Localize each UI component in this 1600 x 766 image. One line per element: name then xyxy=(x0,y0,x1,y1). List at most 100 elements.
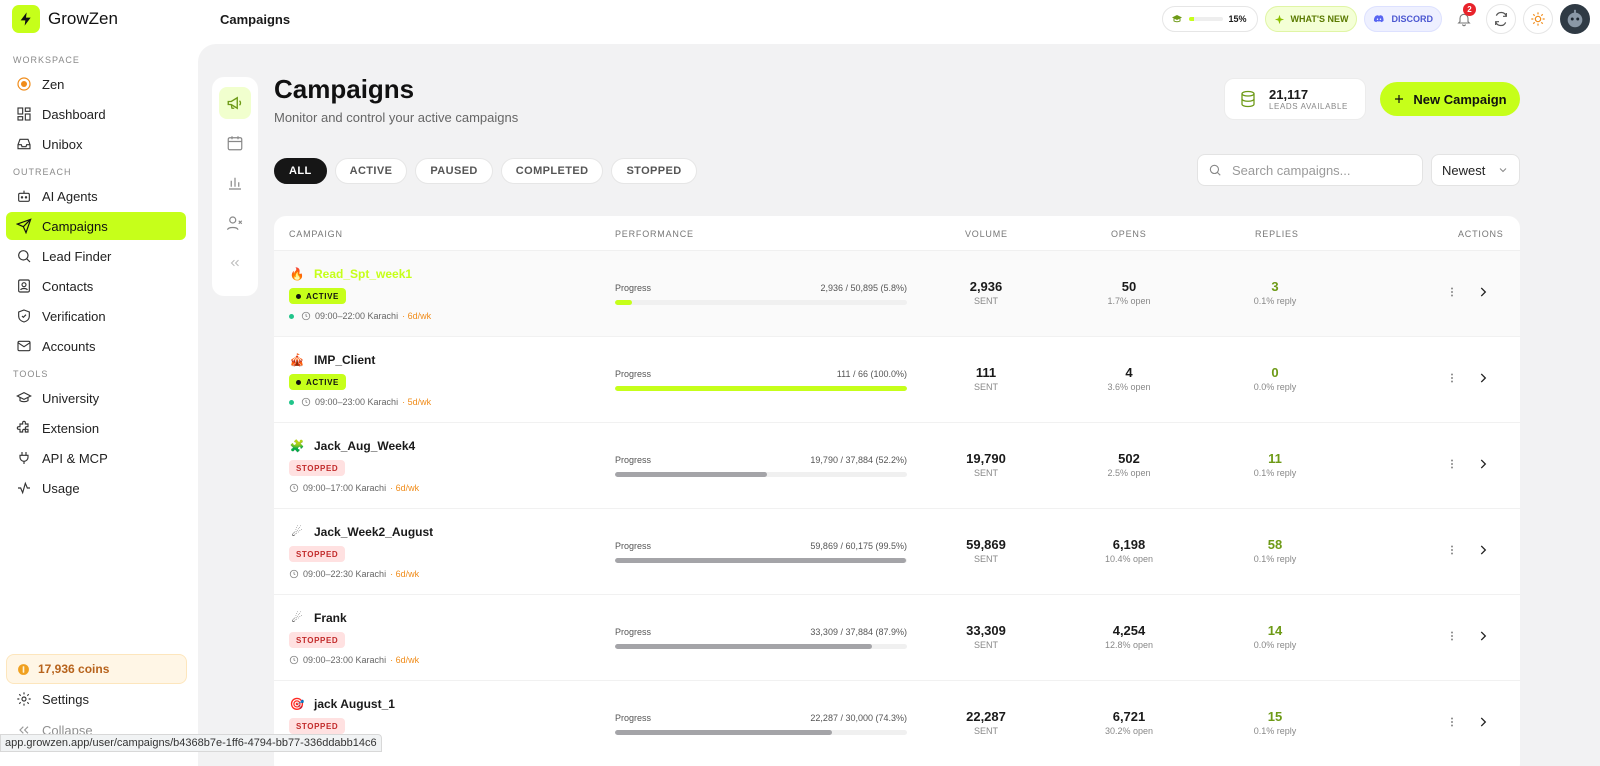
onboarding-progress-pill[interactable]: 15% xyxy=(1161,6,1258,32)
chevron-right-icon[interactable] xyxy=(1476,629,1490,643)
sidebar-item-extension[interactable]: Extension xyxy=(6,414,186,442)
volume-cell: 111 SENT xyxy=(926,365,1046,392)
rail-campaigns-button[interactable] xyxy=(219,87,251,119)
chevron-right-icon[interactable] xyxy=(1476,371,1490,385)
sidebar-item-contacts[interactable]: Contacts xyxy=(6,272,186,300)
sidebar-item-campaigns[interactable]: Campaigns xyxy=(6,212,186,240)
filter-tab-active[interactable]: ACTIVE xyxy=(334,158,408,184)
rail-analytics-button[interactable] xyxy=(219,167,251,199)
sidebar-item-lead-finder[interactable]: Lead Finder xyxy=(6,242,186,270)
bot-icon xyxy=(18,190,30,202)
filter-tab-paused[interactable]: PAUSED xyxy=(415,158,493,184)
live-indicator-dot xyxy=(289,313,294,319)
whats-new-button[interactable]: WHAT'S NEW xyxy=(1264,6,1358,32)
status-bar-url: app.growzen.app/user/campaigns/b4368b7e-… xyxy=(0,734,382,752)
row-actions xyxy=(1446,543,1490,557)
section-label-workspace: WORKSPACE xyxy=(13,55,80,65)
column-header-opens[interactable]: OPENS xyxy=(1111,229,1147,239)
reply-rate: 0.0% reply xyxy=(1253,382,1297,392)
row-actions xyxy=(1446,629,1490,643)
more-vertical-icon[interactable] xyxy=(1446,629,1458,643)
campaign-name[interactable]: ☄ Frank xyxy=(289,610,347,626)
table-row[interactable]: 🔥 Read_Spt_week1 ACTIVE 09:00–22:00 Kara… xyxy=(274,251,1520,337)
leads-available-card[interactable]: 21,117 LEADS AVAILABLE xyxy=(1224,78,1366,120)
volume-value: 2,936 xyxy=(969,279,1003,294)
progress-label: Progress xyxy=(615,713,652,723)
column-header-campaign[interactable]: CAMPAIGN xyxy=(289,229,343,239)
chevron-right-icon[interactable] xyxy=(1476,715,1490,729)
coins-balance[interactable]: 17,936 coins xyxy=(6,654,187,684)
more-vertical-icon[interactable] xyxy=(1446,371,1458,385)
sidebar-item-verification[interactable]: Verification xyxy=(6,302,186,330)
brand[interactable]: GrowZen xyxy=(12,5,118,33)
mail-icon xyxy=(17,340,31,352)
sidebar-item-label: Zen xyxy=(42,76,65,92)
sidebar-item-usage[interactable]: Usage xyxy=(6,474,186,502)
table-row[interactable]: 🎪 IMP_Client ACTIVE 09:00–23:00 Karachi … xyxy=(274,337,1520,423)
schedule-days: · 6d/wk xyxy=(390,655,420,665)
sort-dropdown[interactable]: Newest xyxy=(1431,154,1520,186)
filter-tab-stopped[interactable]: STOPPED xyxy=(611,158,697,184)
table-row[interactable]: ☄ Jack_Week2_August STOPPED 09:00–22:30 … xyxy=(274,509,1520,595)
table-header: CAMPAIGN PERFORMANCE VOLUME OPENS REPLIE… xyxy=(274,216,1520,251)
user-avatar[interactable] xyxy=(1560,4,1590,34)
more-vertical-icon[interactable] xyxy=(1446,285,1458,299)
sidebar-item-dashboard[interactable]: Dashboard xyxy=(6,100,186,128)
filter-tab-completed[interactable]: COMPLETED xyxy=(500,158,604,184)
row-actions xyxy=(1446,715,1490,729)
volume-cell: 59,869 SENT xyxy=(926,537,1046,564)
campaign-name[interactable]: 🎯 jack August_1 xyxy=(289,696,395,712)
search-campaigns-input[interactable] xyxy=(1232,162,1402,178)
chevron-right-icon[interactable] xyxy=(1476,285,1490,299)
sidebar-item-settings[interactable]: Settings xyxy=(6,685,186,713)
opens-value: 6,198 xyxy=(1112,537,1146,552)
sidebar-item-ai-agents[interactable]: AI Agents xyxy=(6,182,186,210)
refresh-button[interactable] xyxy=(1486,4,1516,34)
status-text: STOPPED xyxy=(296,549,339,559)
schedule-hours: 09:00–23:00 Karachi xyxy=(303,655,387,665)
table-row[interactable]: ☄ Frank STOPPED 09:00–23:00 Karachi · 6d… xyxy=(274,595,1520,681)
column-header-volume[interactable]: VOLUME xyxy=(965,229,1008,239)
column-header-performance[interactable]: PERFORMANCE xyxy=(615,229,694,239)
sidebar-item-label: API & MCP xyxy=(42,450,108,466)
progress-bar xyxy=(615,730,907,735)
sidebar-item-university[interactable]: University xyxy=(6,384,186,412)
campaign-name[interactable]: 🔥 Read_Spt_week1 xyxy=(289,266,413,282)
column-header-replies[interactable]: REPLIES xyxy=(1255,229,1299,239)
robot-avatar-icon xyxy=(1567,9,1583,28)
chevron-right-icon[interactable] xyxy=(1476,543,1490,557)
sidebar-item-zen[interactable]: Zen xyxy=(6,70,186,98)
plug-icon xyxy=(19,452,29,464)
discord-icon xyxy=(1374,15,1385,23)
sidebar-item-accounts[interactable]: Accounts xyxy=(6,332,186,360)
notifications-button[interactable]: 2 xyxy=(1449,3,1479,34)
filter-tab-all[interactable]: ALL xyxy=(274,158,327,184)
chevron-right-icon[interactable] xyxy=(1476,457,1490,471)
status-badge: STOPPED xyxy=(289,632,346,648)
rail-unsubscribe-button[interactable] xyxy=(219,207,251,239)
discord-button[interactable]: DISCORD xyxy=(1364,6,1442,32)
table-row[interactable]: 🎯 jack August_1 STOPPED 6d/wk Progress 2… xyxy=(274,681,1520,766)
sidebar-item-api-mcp[interactable]: API & MCP xyxy=(6,444,186,472)
sidebar-item-unibox[interactable]: Unibox xyxy=(6,130,186,158)
rail-collapse-button[interactable] xyxy=(219,247,251,279)
status-text: STOPPED xyxy=(296,463,339,473)
campaign-name[interactable]: 🧩 Jack_Aug_Week4 xyxy=(289,438,416,454)
more-vertical-icon[interactable] xyxy=(1446,543,1458,557)
more-vertical-icon[interactable] xyxy=(1446,715,1458,729)
progress-label: Progress xyxy=(615,627,652,637)
sidebar-item-label: Dashboard xyxy=(42,106,106,122)
theme-toggle-button[interactable] xyxy=(1523,4,1553,34)
progress-label: Progress xyxy=(615,283,652,293)
campaign-name[interactable]: ☄ Jack_Week2_August xyxy=(289,524,434,540)
row-actions xyxy=(1446,371,1490,385)
replies-value: 15 xyxy=(1267,709,1283,724)
table-row[interactable]: 🧩 Jack_Aug_Week4 STOPPED 09:00–17:00 Kar… xyxy=(274,423,1520,509)
more-vertical-icon[interactable] xyxy=(1446,457,1458,471)
replies-cell: 58 0.1% reply xyxy=(1215,537,1335,564)
campaign-schedule: 09:00–23:00 Karachi · 6d/wk xyxy=(289,655,419,665)
status-text: STOPPED xyxy=(296,721,339,731)
rail-calendar-button[interactable] xyxy=(219,127,251,159)
campaign-name[interactable]: 🎪 IMP_Client xyxy=(289,352,376,368)
new-campaign-button[interactable]: New Campaign xyxy=(1380,82,1520,116)
